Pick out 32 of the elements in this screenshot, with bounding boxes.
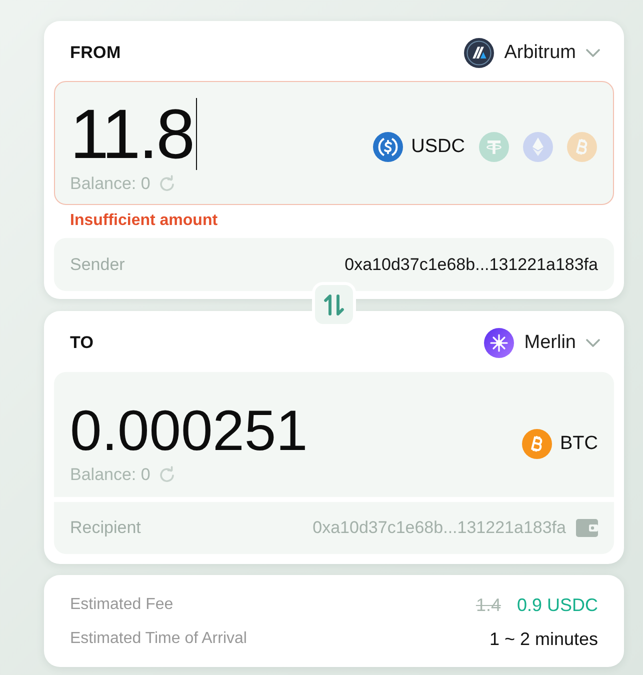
sender-label: Sender: [70, 254, 125, 274]
chain-selector[interactable]: Arbitrum: [464, 38, 600, 68]
token-selector[interactable]: BTC: [522, 428, 598, 458]
wallet-icon[interactable]: [576, 519, 598, 537]
section-heading: TO: [70, 333, 94, 353]
recipient-label: Recipient: [70, 518, 141, 538]
sender-address: 0xa10d37c1e68b...131221a183fa: [344, 254, 598, 274]
original-fee: 1.4: [476, 594, 501, 616]
section-heading: FROM: [70, 43, 121, 63]
swap-button[interactable]: [312, 282, 356, 327]
receive-amount: 0.000251: [70, 401, 308, 461]
chevron-down-icon: [586, 49, 600, 57]
balance-text: Balance: 0: [70, 174, 150, 194]
refresh-icon[interactable]: [158, 175, 176, 193]
refresh-icon[interactable]: [158, 466, 176, 484]
token-selector[interactable]: USDC: [373, 132, 465, 162]
balance-text: Balance: 0: [70, 465, 150, 485]
sparkle-logo-icon: [484, 328, 514, 358]
error-message: Insufficient amount: [70, 212, 219, 230]
t-coin-icon[interactable]: [479, 132, 509, 162]
chain-selector[interactable]: Merlin: [484, 328, 600, 358]
fee-label: Estimated Fee: [70, 596, 174, 614]
chain-logo-icon: [464, 38, 494, 68]
diamond-coin-icon[interactable]: [523, 132, 553, 162]
chevron-down-icon: [586, 339, 600, 347]
fee-value: 0.9 USDC: [516, 594, 598, 616]
eta-value: 1 ~ 2 minutes: [489, 628, 598, 650]
dollar-coin-icon: [373, 132, 404, 162]
eta-label: Estimated Time of Arrival: [70, 630, 247, 648]
bitcoin-icon: [522, 428, 552, 458]
amount-input[interactable]: 11.8: [70, 98, 198, 170]
bitcoin-icon[interactable]: [567, 132, 597, 162]
